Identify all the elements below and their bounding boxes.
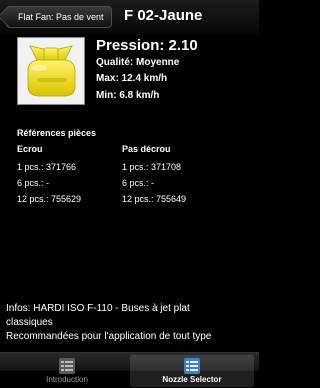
- info-line: classiques: [6, 317, 53, 328]
- tab-nozzle-selector[interactable]: Nozzle Selector: [130, 355, 254, 387]
- back-button[interactable]: Flat Fan: Pas de vent: [6, 6, 112, 28]
- screen: Flat Fan: Pas de vent F 02-Jaune Pressio…: [0, 0, 259, 388]
- reference-cell: 1 pcs.: 371708: [122, 162, 182, 172]
- reference-cell: 6 pcs.: -: [122, 178, 155, 188]
- yellow-nozzle-icon: [27, 45, 76, 97]
- pressure-value: Pression: 2.10: [96, 37, 198, 54]
- reference-cell: 1 pcs.: 371766: [17, 162, 77, 172]
- column-header-ecrou: Ecrou: [17, 144, 43, 154]
- navigation-bar: Flat Fan: Pas de vent F 02-Jaune: [0, 0, 259, 34]
- quality-value: Qualité: Moyenne: [96, 57, 180, 68]
- reference-cell: 6 pcs.: -: [17, 178, 50, 188]
- references-title: Références pièces: [17, 128, 97, 138]
- nozzle-image: [17, 37, 85, 105]
- info-text: Infos: HARDI ISO F-110 - Buses à jet pla…: [6, 302, 256, 344]
- max-speed-value: Max: 12.4 km/h: [96, 73, 168, 84]
- min-speed-value: Min: 6.8 km/h: [96, 90, 160, 101]
- list-icon: [184, 358, 200, 374]
- page-title: F 02-Jaune: [124, 7, 203, 24]
- info-line: Infos: HARDI ISO F-110 - Buses à jet pla…: [6, 303, 190, 314]
- list-icon: [59, 358, 75, 374]
- tab-label: Introduction: [46, 375, 88, 384]
- tab-introduction[interactable]: Introduction: [5, 355, 129, 387]
- reference-cell: 12 pcs.: 755629: [17, 194, 82, 204]
- tab-label: Nozzle Selector: [162, 375, 222, 384]
- column-header-pas-decrou: Pas décrou: [122, 144, 171, 154]
- tab-bar: Introduction Nozzle Selector: [0, 352, 259, 388]
- back-button-label: Flat Fan: Pas de vent: [18, 12, 104, 22]
- info-line: Recommandées pour l'application de tout …: [6, 331, 212, 342]
- reference-cell: 12 pcs.: 755649: [122, 194, 187, 204]
